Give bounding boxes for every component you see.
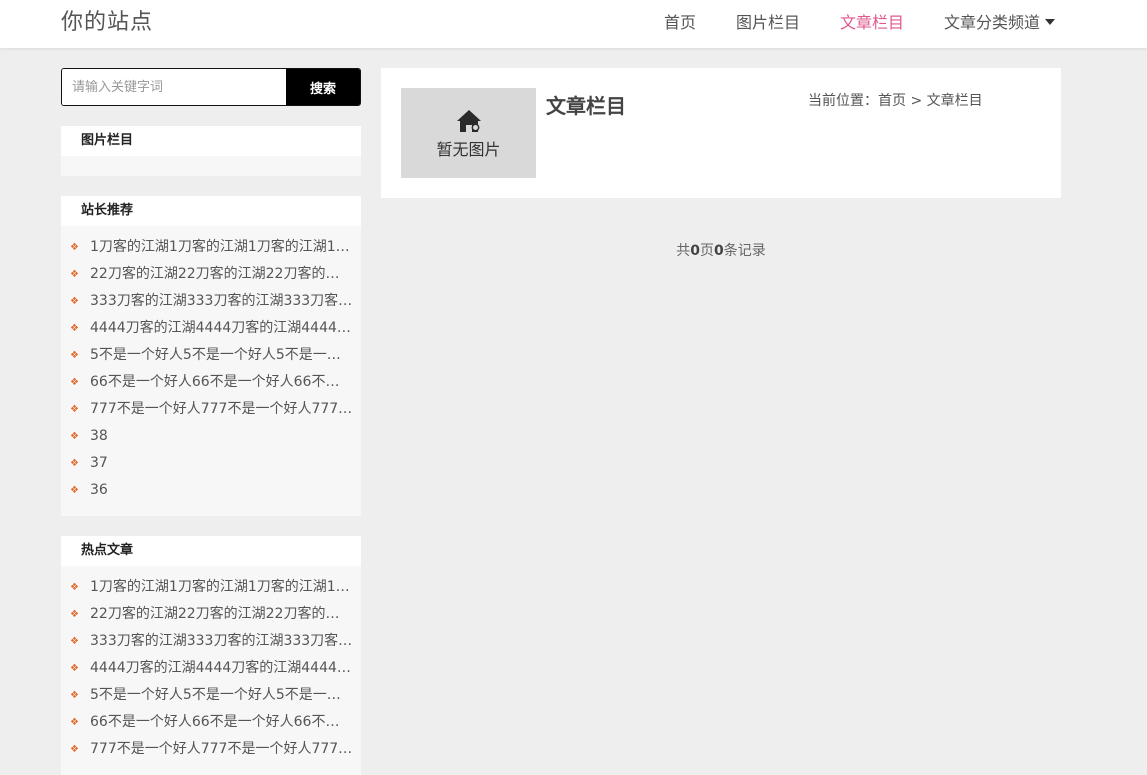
recommend-list: ❖ 1刀客的江湖1刀客的江湖1刀客的江湖1刀客的江湖 ❖ 22刀客的江湖22刀客的江… bbox=[61, 226, 361, 516]
list-item-label: 333刀客的江湖333刀客的江湖333刀客的江湖 bbox=[90, 293, 361, 309]
widget-pictures-body bbox=[61, 156, 361, 176]
diamond-bullet-icon: ❖ bbox=[70, 744, 79, 755]
diamond-bullet-icon: ❖ bbox=[70, 636, 79, 647]
list-item-label: 4444刀客的江湖4444刀客的江湖4444刀客的江湖 bbox=[90, 320, 361, 336]
nav-item-pictures[interactable]: 图片栏目 bbox=[736, 9, 800, 33]
diamond-bullet-icon: ❖ bbox=[70, 242, 79, 253]
list-item-label: 38 bbox=[90, 428, 108, 444]
list-item[interactable]: ❖ 37 bbox=[61, 450, 361, 477]
list-item-label: 22刀客的江湖22刀客的江湖22刀客的江湖22刀客的江湖 bbox=[90, 266, 361, 282]
search-input[interactable] bbox=[62, 69, 287, 105]
list-item-label: 66不是一个好人66不是一个好人66不是一个好人 bbox=[90, 714, 361, 730]
pager-records-unit: 条记录 bbox=[723, 243, 766, 259]
list-item-label: 1刀客的江湖1刀客的江湖1刀客的江湖1刀客的江湖 bbox=[90, 579, 361, 595]
diamond-bullet-icon: ❖ bbox=[70, 717, 79, 728]
category-title: 文章栏目 bbox=[546, 94, 626, 118]
nav-item-article-categories[interactable]: 文章分类频道 bbox=[944, 9, 1056, 33]
list-item-label: 4444刀客的江湖4444刀客的江湖4444刀客的江湖 bbox=[90, 660, 361, 676]
list-item[interactable]: ❖ 4444刀客的江湖4444刀客的江湖4444刀客的江湖 bbox=[61, 315, 361, 342]
diamond-bullet-icon: ❖ bbox=[70, 458, 79, 469]
widget-recommend: 站长推荐 ❖ 1刀客的江湖1刀客的江湖1刀客的江湖1刀客的江湖 ❖ 22刀客的江湖2… bbox=[61, 196, 361, 516]
list-item-label: 333刀客的江湖333刀客的江湖333刀客的江湖 bbox=[90, 633, 361, 649]
list-item[interactable]: ❖ 333刀客的江湖333刀客的江湖333刀客的江湖 bbox=[61, 628, 361, 655]
pager-pages-unit: 页 bbox=[700, 243, 714, 259]
diamond-bullet-icon: ❖ bbox=[70, 377, 79, 388]
list-item[interactable]: ❖ 36 bbox=[61, 477, 361, 504]
diamond-bullet-icon: ❖ bbox=[70, 404, 79, 415]
list-item[interactable]: ❖ 22刀客的江湖22刀客的江湖22刀客的江湖22刀客的江湖 bbox=[61, 261, 361, 288]
diamond-bullet-icon: ❖ bbox=[70, 350, 79, 361]
sidebar: 搜索 图片栏目 站长推荐 ❖ 1刀客的江湖1刀客的江湖1刀客的江湖1刀客的江湖 ❖… bbox=[61, 68, 361, 775]
home-icon bbox=[457, 110, 481, 132]
category-header-card: 暂无图片 文章栏目 当前位置：首页 > 文章栏目 bbox=[381, 68, 1061, 198]
diamond-bullet-icon: ❖ bbox=[70, 323, 79, 334]
list-item[interactable]: ❖ 5不是一个好人5不是一个好人5不是一个好人 bbox=[61, 682, 361, 709]
hot-list: ❖ 1刀客的江湖1刀客的江湖1刀客的江湖1刀客的江湖 ❖ 22刀客的江湖22刀客的江… bbox=[61, 566, 361, 775]
list-item-label: 22刀客的江湖22刀客的江湖22刀客的江湖22刀客的江湖 bbox=[90, 606, 361, 622]
breadcrumb: 当前位置：首页 > 文章栏目 bbox=[808, 90, 983, 110]
list-item-label: 777不是一个好人777不是一个好人777不是一个好人 bbox=[90, 741, 361, 757]
widget-hot: 热点文章 ❖ 1刀客的江湖1刀客的江湖1刀客的江湖1刀客的江湖 ❖ 22刀客的江湖2… bbox=[61, 536, 361, 775]
diamond-bullet-icon: ❖ bbox=[70, 485, 79, 496]
nav-item-articles[interactable]: 文章栏目 bbox=[840, 9, 904, 33]
main-nav: 首页 图片栏目 文章栏目 文章分类频道 bbox=[0, 9, 1147, 32]
diamond-bullet-icon: ❖ bbox=[70, 269, 79, 280]
diamond-bullet-icon: ❖ bbox=[70, 582, 79, 593]
list-item-label: 66不是一个好人66不是一个好人66不是一个好人 bbox=[90, 374, 361, 390]
diamond-bullet-icon: ❖ bbox=[70, 431, 79, 442]
pager-pages-count: 0 bbox=[690, 243, 700, 259]
caret-down-icon bbox=[1045, 18, 1056, 25]
diamond-bullet-icon: ❖ bbox=[70, 609, 79, 620]
breadcrumb-prefix: 当前位置： bbox=[808, 93, 878, 109]
list-item-label: 37 bbox=[90, 455, 108, 471]
list-item[interactable]: ❖ 1刀客的江湖1刀客的江湖1刀客的江湖1刀客的江湖 bbox=[61, 574, 361, 601]
pagination-info: 共0页0条记录 bbox=[381, 240, 1061, 260]
widget-title-hot: 热点文章 bbox=[61, 536, 361, 566]
diamond-bullet-icon: ❖ bbox=[70, 690, 79, 701]
no-image-text: 暂无图片 bbox=[436, 140, 501, 159]
diamond-bullet-icon: ❖ bbox=[70, 296, 79, 307]
list-item-label: 5不是一个好人5不是一个好人5不是一个好人 bbox=[90, 347, 361, 363]
list-item[interactable]: ❖ 66不是一个好人66不是一个好人66不是一个好人 bbox=[61, 709, 361, 736]
list-item-label: 1刀客的江湖1刀客的江湖1刀客的江湖1刀客的江湖 bbox=[90, 239, 361, 255]
breadcrumb-current[interactable]: 文章栏目 bbox=[927, 93, 983, 109]
search-button[interactable]: 搜索 bbox=[286, 69, 360, 105]
pager-total-prefix: 共 bbox=[676, 243, 691, 259]
list-item[interactable]: ❖ 66不是一个好人66不是一个好人66不是一个好人 bbox=[61, 369, 361, 396]
nav-item-home[interactable]: 首页 bbox=[664, 9, 696, 33]
list-item[interactable]: ❖ 777不是一个好人777不是一个好人777不是一个好人 bbox=[61, 736, 361, 763]
list-item[interactable]: ❖ 5不是一个好人5不是一个好人5不是一个好人 bbox=[61, 342, 361, 369]
list-item[interactable]: ❖ 22刀客的江湖22刀客的江湖22刀客的江湖22刀客的江湖 bbox=[61, 601, 361, 628]
nav-item-article-categories-label: 文章分类频道 bbox=[944, 13, 1041, 32]
list-item[interactable]: ❖ 4444刀客的江湖4444刀客的江湖4444刀客的江湖 bbox=[61, 655, 361, 682]
diamond-bullet-icon: ❖ bbox=[70, 663, 79, 674]
site-header: 你的站点 首页 图片栏目 文章栏目 文章分类频道 bbox=[0, 0, 1147, 48]
list-item[interactable]: ❖ 333刀客的江湖333刀客的江湖333刀客的江湖 bbox=[61, 288, 361, 315]
list-item-label: 5不是一个好人5不是一个好人5不是一个好人 bbox=[90, 687, 361, 703]
breadcrumb-home-link[interactable]: 首页 bbox=[878, 93, 906, 109]
widget-title-pictures: 图片栏目 bbox=[61, 126, 361, 156]
list-item-label: 777不是一个好人777不是一个好人777不是一个好人 bbox=[90, 401, 361, 417]
pager-records-count: 0 bbox=[714, 243, 724, 259]
widget-title-recommend: 站长推荐 bbox=[61, 196, 361, 226]
category-thumbnail: 暂无图片 bbox=[401, 88, 536, 178]
breadcrumb-separator: > bbox=[910, 93, 923, 109]
list-item[interactable]: ❖ 38 bbox=[61, 423, 361, 450]
search-form: 搜索 bbox=[61, 68, 361, 106]
list-item-label: 36 bbox=[90, 482, 108, 498]
list-item[interactable]: ❖ 777不是一个好人777不是一个好人777不是一个好人 bbox=[61, 396, 361, 423]
list-item[interactable]: ❖ 1刀客的江湖1刀客的江湖1刀客的江湖1刀客的江湖 bbox=[61, 234, 361, 261]
widget-pictures: 图片栏目 bbox=[61, 126, 361, 176]
